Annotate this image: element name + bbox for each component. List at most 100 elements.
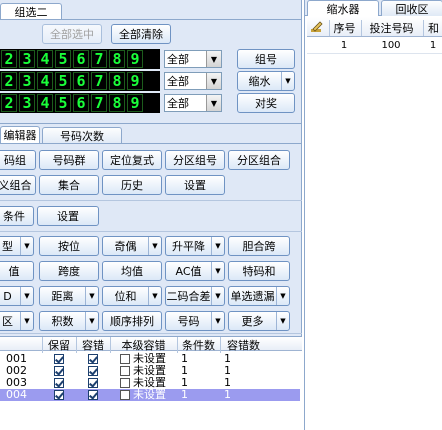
keep-checkbox[interactable] xyxy=(42,365,75,377)
digit-cell[interactable]: 7 xyxy=(91,50,107,68)
digit-cell[interactable]: 2 xyxy=(1,50,17,68)
digit-cell[interactable]: 4 xyxy=(37,50,53,68)
chevron-down-icon[interactable]: ▼ xyxy=(20,237,33,255)
tab-shrinker[interactable]: 缩水器 xyxy=(307,0,379,16)
range-select-3[interactable]: 全部 ▼ xyxy=(164,94,222,112)
digit-cell[interactable]: 3 xyxy=(19,50,35,68)
award-check-button[interactable]: 对奖 xyxy=(237,93,295,113)
checkbox-icon[interactable] xyxy=(120,390,130,400)
clear-all-button[interactable]: 全部清除 xyxy=(111,24,171,44)
checkbox-icon[interactable] xyxy=(120,354,130,364)
digit-cell[interactable]: 9 xyxy=(127,94,143,112)
filter-button[interactable]: D ▼ xyxy=(0,286,34,306)
chevron-down-icon[interactable]: ▼ xyxy=(206,51,221,67)
digit-cell[interactable]: 8 xyxy=(109,94,125,112)
checkbox-icon[interactable] xyxy=(87,378,98,388)
settings-button[interactable]: 设置 xyxy=(165,175,225,195)
chevron-down-icon[interactable]: ▼ xyxy=(206,73,221,89)
digit-row-2[interactable]: 23456789 xyxy=(0,71,160,91)
digit-cell[interactable]: 2 xyxy=(1,94,17,112)
result-row[interactable]: 1 100 1 xyxy=(307,38,442,54)
tolerance-checkbox[interactable] xyxy=(76,365,109,377)
header-tolerance-count[interactable]: 容错数 xyxy=(220,337,266,353)
chevron-down-icon[interactable]: ▼ xyxy=(85,287,98,305)
keep-checkbox[interactable] xyxy=(42,353,75,365)
filter-button[interactable]: 单选遗漏 ▼ xyxy=(228,286,290,306)
keep-checkbox[interactable] xyxy=(42,377,75,389)
digit-cell[interactable]: 8 xyxy=(109,50,125,68)
checkbox-icon[interactable] xyxy=(120,366,130,376)
tolerance-checkbox[interactable] xyxy=(76,353,109,365)
chevron-down-icon[interactable]: ▼ xyxy=(20,312,33,330)
filter-button[interactable]: 距离 ▼ xyxy=(39,286,99,306)
range-select-1[interactable]: 全部 ▼ xyxy=(164,50,222,68)
chevron-down-icon[interactable]: ▼ xyxy=(211,312,224,330)
tab-group-select-two[interactable]: 组选二 xyxy=(0,3,62,20)
checkbox-icon[interactable] xyxy=(87,390,98,400)
checkbox-icon[interactable] xyxy=(87,366,98,376)
filter-button[interactable]: 特码和 xyxy=(228,261,290,281)
filter-button[interactable]: 更多 ▼ xyxy=(228,311,290,331)
header-bet-number[interactable]: 投注号码 xyxy=(361,20,421,36)
number-group-button[interactable]: 号码群 xyxy=(39,150,99,170)
filter-button[interactable]: 顺序排列 xyxy=(102,311,162,331)
filter-button[interactable]: 位和 ▼ xyxy=(102,286,162,306)
digit-cell[interactable]: 5 xyxy=(55,72,71,90)
shrink-button[interactable]: 缩水 ▼ xyxy=(237,71,295,91)
group-number-button[interactable]: 组号 xyxy=(237,49,295,69)
checkbox-icon[interactable] xyxy=(53,378,64,388)
set-button[interactable]: 集合 xyxy=(39,175,99,195)
tab-number-count[interactable]: 号码次数 xyxy=(42,127,122,144)
filter-button[interactable]: 型 ▼ xyxy=(0,236,34,256)
chevron-down-icon[interactable]: ▼ xyxy=(276,287,289,305)
digit-cell[interactable]: 6 xyxy=(73,72,89,90)
tab-recycle[interactable]: 回收区 xyxy=(381,0,442,16)
header-keep[interactable]: 保留 xyxy=(42,337,75,353)
header-index[interactable]: 序号 xyxy=(329,20,359,36)
range-select-2[interactable]: 全部 ▼ xyxy=(164,72,222,90)
chevron-down-icon[interactable]: ▼ xyxy=(206,95,221,111)
filter-button[interactable]: 号码 ▼ xyxy=(165,311,225,331)
chevron-down-icon[interactable]: ▼ xyxy=(276,312,289,330)
chevron-down-icon[interactable]: ▼ xyxy=(211,262,224,280)
digit-cell[interactable]: 7 xyxy=(91,72,107,90)
checkbox-icon[interactable] xyxy=(53,366,64,376)
table-row[interactable]: 004 未设置 1 1 xyxy=(0,389,300,401)
chevron-down-icon[interactable]: ▼ xyxy=(85,312,98,330)
chevron-down-icon[interactable]: ▼ xyxy=(281,72,294,90)
filter-button[interactable]: 升平降 ▼ xyxy=(165,236,225,256)
tolerance-checkbox[interactable] xyxy=(76,377,109,389)
header-condition-count[interactable]: 条件数 xyxy=(177,337,219,353)
digit-cell[interactable]: 5 xyxy=(55,50,71,68)
checkbox-icon[interactable] xyxy=(87,354,98,364)
digit-cell[interactable]: 8 xyxy=(109,72,125,90)
tolerance-checkbox[interactable] xyxy=(76,389,109,401)
history-button[interactable]: 历史 xyxy=(102,175,162,195)
digit-row-3[interactable]: 23456789 xyxy=(0,93,160,113)
chevron-down-icon[interactable]: ▼ xyxy=(211,287,224,305)
zone-combine-button[interactable]: 分区组合 xyxy=(228,150,290,170)
digit-cell[interactable]: 4 xyxy=(37,72,53,90)
header-level-tolerance[interactable]: 本级容错 xyxy=(110,337,176,353)
digit-cell[interactable]: 9 xyxy=(127,50,143,68)
level-tolerance-cell[interactable]: 未设置 xyxy=(110,389,176,401)
condition-settings-button[interactable]: 设置 xyxy=(37,206,99,226)
digit-cell[interactable]: 5 xyxy=(55,94,71,112)
custom-combine-button[interactable]: 义组合 xyxy=(0,175,36,195)
filter-button[interactable]: 跨度 xyxy=(39,261,99,281)
chevron-down-icon[interactable]: ▼ xyxy=(211,237,224,255)
digit-cell[interactable]: 4 xyxy=(37,94,53,112)
filter-button[interactable]: 胆合跨 xyxy=(228,236,290,256)
digit-cell[interactable]: 9 xyxy=(127,72,143,90)
digit-cell[interactable]: 2 xyxy=(1,72,17,90)
filter-button[interactable]: 值 xyxy=(0,261,34,281)
chevron-down-icon[interactable]: ▼ xyxy=(20,287,33,305)
filter-button[interactable]: 积数 ▼ xyxy=(39,311,99,331)
chevron-down-icon[interactable]: ▼ xyxy=(148,237,161,255)
condition-button[interactable]: 条件 xyxy=(0,206,34,226)
filter-button[interactable]: AC值 ▼ xyxy=(165,261,225,281)
digit-row-1[interactable]: 23456789 xyxy=(0,49,160,69)
header-sum[interactable]: 和 xyxy=(423,20,442,36)
filter-button[interactable]: 均值 xyxy=(102,261,162,281)
zone-group-button[interactable]: 分区组号 xyxy=(165,150,225,170)
